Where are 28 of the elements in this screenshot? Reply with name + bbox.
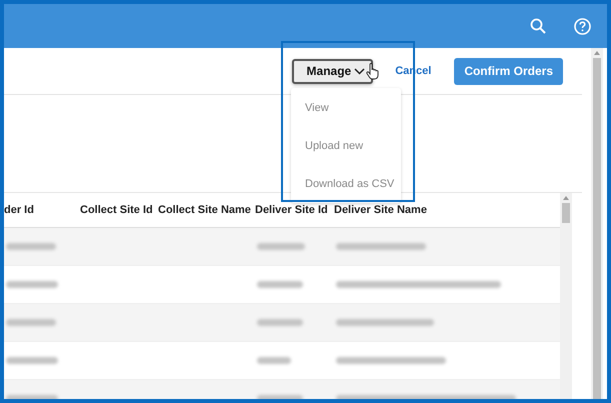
blurred-text bbox=[6, 319, 56, 326]
scrollbar[interactable] bbox=[560, 193, 572, 399]
menu-item[interactable]: Upload new bbox=[291, 127, 401, 165]
blurred-text bbox=[6, 281, 58, 288]
help-icon[interactable] bbox=[574, 18, 591, 34]
scrollbar-thumb[interactable] bbox=[593, 58, 601, 399]
manage-button[interactable]: Manage bbox=[292, 58, 374, 84]
blurred-text bbox=[257, 243, 305, 250]
column-header: Collect Site Id bbox=[80, 204, 154, 216]
blurred-text bbox=[6, 357, 58, 364]
blurred-text bbox=[257, 281, 303, 288]
confirm-orders-button[interactable]: Confirm Orders bbox=[454, 58, 563, 84]
scroll-up-arrow-icon[interactable] bbox=[594, 51, 600, 55]
scrollbar[interactable] bbox=[591, 48, 603, 399]
menu-item[interactable]: Download as CSV bbox=[291, 165, 401, 203]
caret-icon bbox=[354, 68, 366, 74]
blurred-text bbox=[257, 357, 291, 364]
search-icon[interactable] bbox=[530, 18, 546, 34]
scrollbar-thumb[interactable] bbox=[562, 203, 570, 223]
blurred-text bbox=[6, 243, 56, 250]
column-header: der Id bbox=[4, 204, 35, 216]
menu-item[interactable]: View bbox=[291, 89, 401, 127]
scroll-up-arrow-icon[interactable] bbox=[563, 196, 569, 200]
column-header: Deliver Site Name bbox=[334, 204, 428, 216]
column-header: Deliver Site Id bbox=[255, 204, 329, 216]
hand-cursor-icon bbox=[366, 63, 379, 80]
column-header: Collect Site Name bbox=[158, 204, 252, 216]
blurred-text bbox=[257, 319, 303, 326]
